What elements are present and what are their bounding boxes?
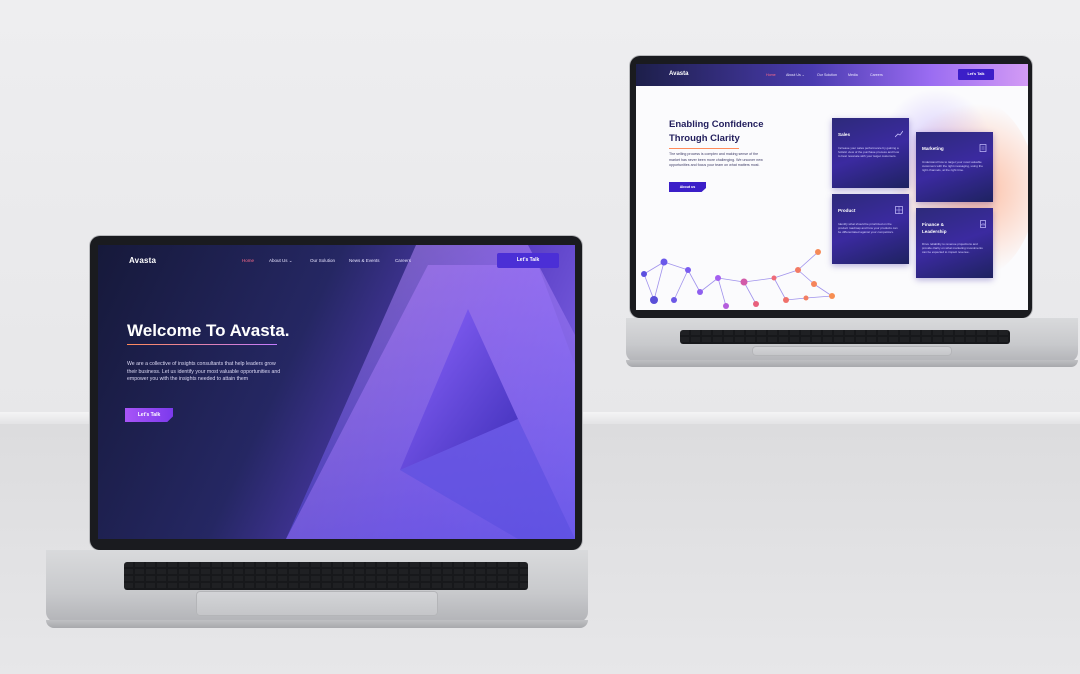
- laptop-trackpad: [752, 346, 952, 356]
- laptop-front-edge: [626, 360, 1078, 367]
- nav-about-us-label: About Us: [786, 73, 801, 77]
- card-product[interactable]: Product Identify what should be prioriti…: [832, 194, 909, 264]
- nav-about-us[interactable]: About Us ⌄: [786, 73, 805, 77]
- document-icon: [979, 144, 987, 152]
- card-title: Marketing: [922, 146, 944, 151]
- left-nav-bar: Avasta Home About Us ⌄ Our Solution News…: [98, 245, 575, 273]
- heading-line-1: Enabling Confidence: [669, 119, 764, 130]
- heading-underline: [669, 148, 739, 149]
- hero-title: Welcome To Avasta.: [127, 321, 290, 340]
- lets-talk-button[interactable]: Let's Talk: [497, 253, 559, 268]
- card-title: Product: [838, 208, 856, 213]
- card-title: Finance & Leadership: [922, 222, 947, 235]
- laptop-keyboard: [124, 562, 528, 590]
- hero-description: We are a collective of insights consulta…: [127, 361, 281, 382]
- heading-line-2: Through Clarity: [669, 133, 740, 144]
- nav-our-solution[interactable]: Our Solution: [817, 73, 837, 77]
- section-body: The selling process is complex and makin…: [669, 152, 763, 168]
- card-title-line-2: Leadership: [922, 228, 947, 234]
- left-website-screen: Avasta Home About Us ⌄ Our Solution News…: [98, 245, 575, 539]
- nav-home[interactable]: Home: [766, 73, 776, 77]
- mockup-scene: Avasta Home About Us ⌄ Our Solution News…: [0, 0, 1080, 674]
- card-text: Understand how to target your most valua…: [922, 160, 983, 173]
- nav-about-us[interactable]: About Us ⌄: [269, 258, 293, 264]
- chart-icon: [895, 130, 903, 138]
- nav-careers[interactable]: Careers: [870, 73, 883, 77]
- card-title-line-1: Finance &: [922, 222, 944, 227]
- nav-about-us-label: About Us: [269, 258, 288, 263]
- card-title: Sales: [838, 132, 851, 137]
- lets-talk-button[interactable]: Let's Talk: [958, 69, 994, 80]
- card-marketing[interactable]: Marketing Understand how to target your …: [916, 132, 993, 202]
- card-text: Increase your sales performance by gaini…: [838, 146, 900, 159]
- nav-news-events[interactable]: News & Events: [349, 258, 380, 263]
- card-finance-leadership[interactable]: Finance & Leadership Drive reliability t…: [916, 208, 993, 278]
- hero-underline: [127, 344, 277, 345]
- chevron-down-icon: ⌄: [288, 258, 293, 263]
- nav-careers[interactable]: Careers: [395, 258, 411, 263]
- right-nav-bar: Avasta Home About Us ⌄ Our Solution Medi…: [636, 64, 1028, 86]
- section-heading: Enabling Confidence Through Clarity: [669, 118, 789, 146]
- card-text: Drive reliability to revenue projections…: [922, 242, 983, 255]
- network-graphic: [641, 249, 835, 309]
- grid-icon: [895, 206, 903, 214]
- left-logo[interactable]: Avasta: [129, 256, 156, 265]
- report-icon: [980, 220, 986, 228]
- nav-home[interactable]: Home: [242, 258, 254, 263]
- card-sales[interactable]: Sales Increase your sales performance by…: [832, 118, 909, 188]
- right-logo[interactable]: Avasta: [669, 71, 688, 77]
- card-text: Identify what should be prioritized on t…: [838, 222, 898, 235]
- laptop-front-edge: [46, 620, 588, 628]
- nav-our-solution[interactable]: Our Solution: [310, 258, 335, 263]
- laptop-keyboard: [680, 330, 1010, 344]
- laptop-trackpad: [196, 591, 438, 616]
- chevron-down-icon: ⌄: [801, 73, 805, 77]
- nav-media[interactable]: Media: [848, 73, 858, 77]
- about-us-button[interactable]: About us: [669, 182, 706, 192]
- hero-triangle-graphic: [286, 245, 575, 539]
- hero-lets-talk-button[interactable]: Let's Talk: [125, 408, 173, 422]
- right-website-screen: Avasta Home About Us ⌄ Our Solution Medi…: [636, 64, 1028, 310]
